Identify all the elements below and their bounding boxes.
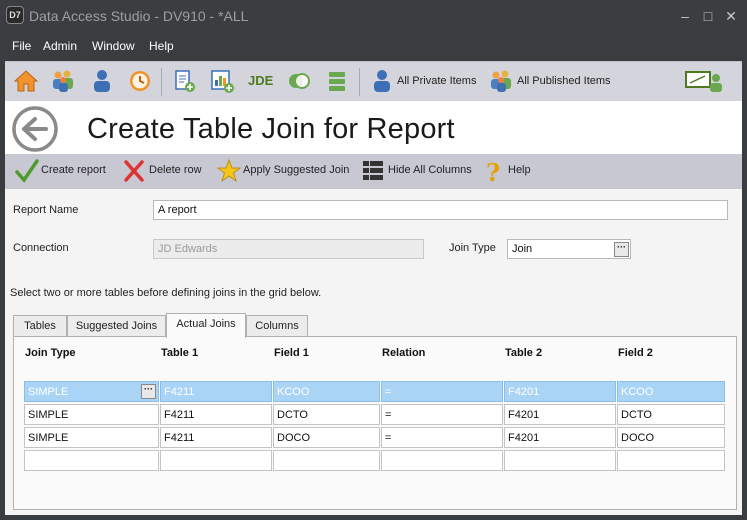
table1-cell[interactable]: F4211 bbox=[160, 381, 272, 402]
connection-label: Connection bbox=[13, 242, 69, 254]
column-header[interactable]: Join Type bbox=[25, 347, 76, 359]
chart-add-icon[interactable] bbox=[209, 68, 235, 94]
private-user-icon[interactable] bbox=[369, 68, 395, 94]
published-users-icon[interactable] bbox=[488, 68, 514, 94]
user-icon[interactable] bbox=[89, 68, 115, 94]
field2-cell[interactable]: KCOO bbox=[617, 381, 725, 402]
report-name-label: Report Name bbox=[13, 204, 79, 216]
users-group-icon[interactable] bbox=[50, 68, 76, 94]
relation-cell[interactable]: = bbox=[381, 404, 503, 425]
column-header[interactable]: Field 1 bbox=[274, 347, 309, 359]
clock-icon[interactable] bbox=[127, 68, 153, 94]
toolbar-separator bbox=[359, 68, 360, 96]
joins-grid: Join Type Table 1 Field 1 Relation Table… bbox=[13, 336, 737, 510]
field1-cell[interactable] bbox=[273, 450, 380, 471]
join-type-label: Join Type bbox=[449, 242, 496, 254]
hide-all-columns-button[interactable]: Hide All Columns bbox=[388, 164, 472, 176]
back-arrow-icon[interactable] bbox=[11, 105, 59, 153]
title-bar: D7 Data Access Studio - DV910 - *ALL – □… bbox=[0, 0, 747, 31]
menu-file[interactable]: File bbox=[12, 39, 31, 53]
join-type-cell[interactable]: SIMPLE bbox=[24, 381, 159, 402]
join-type-cell[interactable]: SIMPLE bbox=[24, 427, 159, 448]
field2-cell[interactable]: DCTO bbox=[617, 404, 725, 425]
column-header[interactable]: Table 1 bbox=[161, 347, 198, 359]
toggle-icon[interactable] bbox=[286, 68, 312, 94]
field2-cell[interactable]: DOCO bbox=[617, 427, 725, 448]
menu-help[interactable]: Help bbox=[149, 39, 174, 53]
presentation-user-icon[interactable] bbox=[685, 68, 725, 94]
field2-cell[interactable] bbox=[617, 450, 725, 471]
list-icon[interactable] bbox=[324, 68, 350, 94]
jde-icon[interactable]: JDE bbox=[246, 68, 276, 94]
connection-field: JD Edwards bbox=[153, 239, 424, 259]
hide-columns-icon[interactable] bbox=[361, 158, 385, 185]
column-header[interactable]: Field 2 bbox=[618, 347, 653, 359]
help-button[interactable]: Help bbox=[508, 164, 531, 176]
all-private-items-button[interactable]: All Private Items bbox=[397, 75, 476, 87]
question-icon[interactable]: ? bbox=[484, 158, 504, 187]
table2-cell[interactable]: F4201 bbox=[504, 381, 616, 402]
menu-admin[interactable]: Admin bbox=[43, 39, 77, 53]
action-bar: Create report Delete row Apply Suggested… bbox=[5, 154, 742, 189]
app-logo-icon: D7 bbox=[6, 6, 24, 24]
apply-suggested-join-button[interactable]: Apply Suggested Join bbox=[243, 164, 349, 176]
content-area: Report Name A report Connection JD Edwar… bbox=[5, 189, 742, 515]
field1-cell[interactable]: DOCO bbox=[273, 427, 380, 448]
delete-row-button[interactable]: Delete row bbox=[149, 164, 202, 176]
main-toolbar: JDE All Private Items All Published Item… bbox=[5, 61, 742, 101]
tab-suggested-joins[interactable]: Suggested Joins bbox=[67, 315, 166, 337]
menu-window[interactable]: Window bbox=[92, 39, 135, 53]
page-header: Create Table Join for Report bbox=[5, 101, 742, 154]
minimize-button[interactable]: – bbox=[675, 6, 695, 26]
table2-cell[interactable]: F4201 bbox=[504, 404, 616, 425]
all-published-items-button[interactable]: All Published Items bbox=[517, 75, 611, 87]
app-window: D7 Data Access Studio - DV910 - *ALL – □… bbox=[0, 0, 747, 520]
jde-label: JDE bbox=[248, 73, 274, 88]
join-type-select[interactable]: Join bbox=[507, 239, 631, 259]
table2-cell[interactable] bbox=[504, 450, 616, 471]
tab-columns[interactable]: Columns bbox=[246, 315, 308, 337]
relation-cell[interactable]: = bbox=[381, 381, 503, 402]
delete-x-icon[interactable] bbox=[123, 158, 145, 185]
report-name-input[interactable]: A report bbox=[153, 200, 728, 220]
page-title: Create Table Join for Report bbox=[87, 113, 455, 145]
window-title: Data Access Studio - DV910 - *ALL bbox=[29, 8, 249, 24]
field1-cell[interactable]: KCOO bbox=[273, 381, 380, 402]
toolbar-separator bbox=[161, 68, 162, 96]
join-type-cell[interactable]: SIMPLE bbox=[24, 404, 159, 425]
table2-cell[interactable]: F4201 bbox=[504, 427, 616, 448]
close-button[interactable]: ✕ bbox=[721, 6, 741, 26]
row-ellipsis-button[interactable]: ··· bbox=[141, 384, 156, 399]
column-header[interactable]: Table 2 bbox=[505, 347, 542, 359]
field1-cell[interactable]: DCTO bbox=[273, 404, 380, 425]
home-icon[interactable] bbox=[13, 68, 39, 94]
maximize-button[interactable]: □ bbox=[698, 6, 718, 26]
join-type-ellipsis-button[interactable]: ··· bbox=[614, 242, 629, 257]
menu-bar: File Admin Window Help bbox=[0, 31, 747, 61]
report-add-icon[interactable] bbox=[171, 68, 197, 94]
hint-text: Select two or more tables before definin… bbox=[10, 287, 322, 299]
join-type-cell[interactable] bbox=[24, 450, 159, 471]
relation-cell[interactable]: = bbox=[381, 427, 503, 448]
tab-tables[interactable]: Tables bbox=[13, 315, 67, 337]
star-icon[interactable] bbox=[216, 158, 242, 185]
table1-cell[interactable] bbox=[160, 450, 272, 471]
checkmark-icon[interactable] bbox=[15, 158, 39, 185]
create-report-button[interactable]: Create report bbox=[41, 164, 106, 176]
table1-cell[interactable]: F4211 bbox=[160, 404, 272, 425]
relation-cell[interactable] bbox=[381, 450, 503, 471]
column-header[interactable]: Relation bbox=[382, 347, 425, 359]
tab-actual-joins[interactable]: Actual Joins bbox=[166, 313, 246, 338]
table1-cell[interactable]: F4211 bbox=[160, 427, 272, 448]
